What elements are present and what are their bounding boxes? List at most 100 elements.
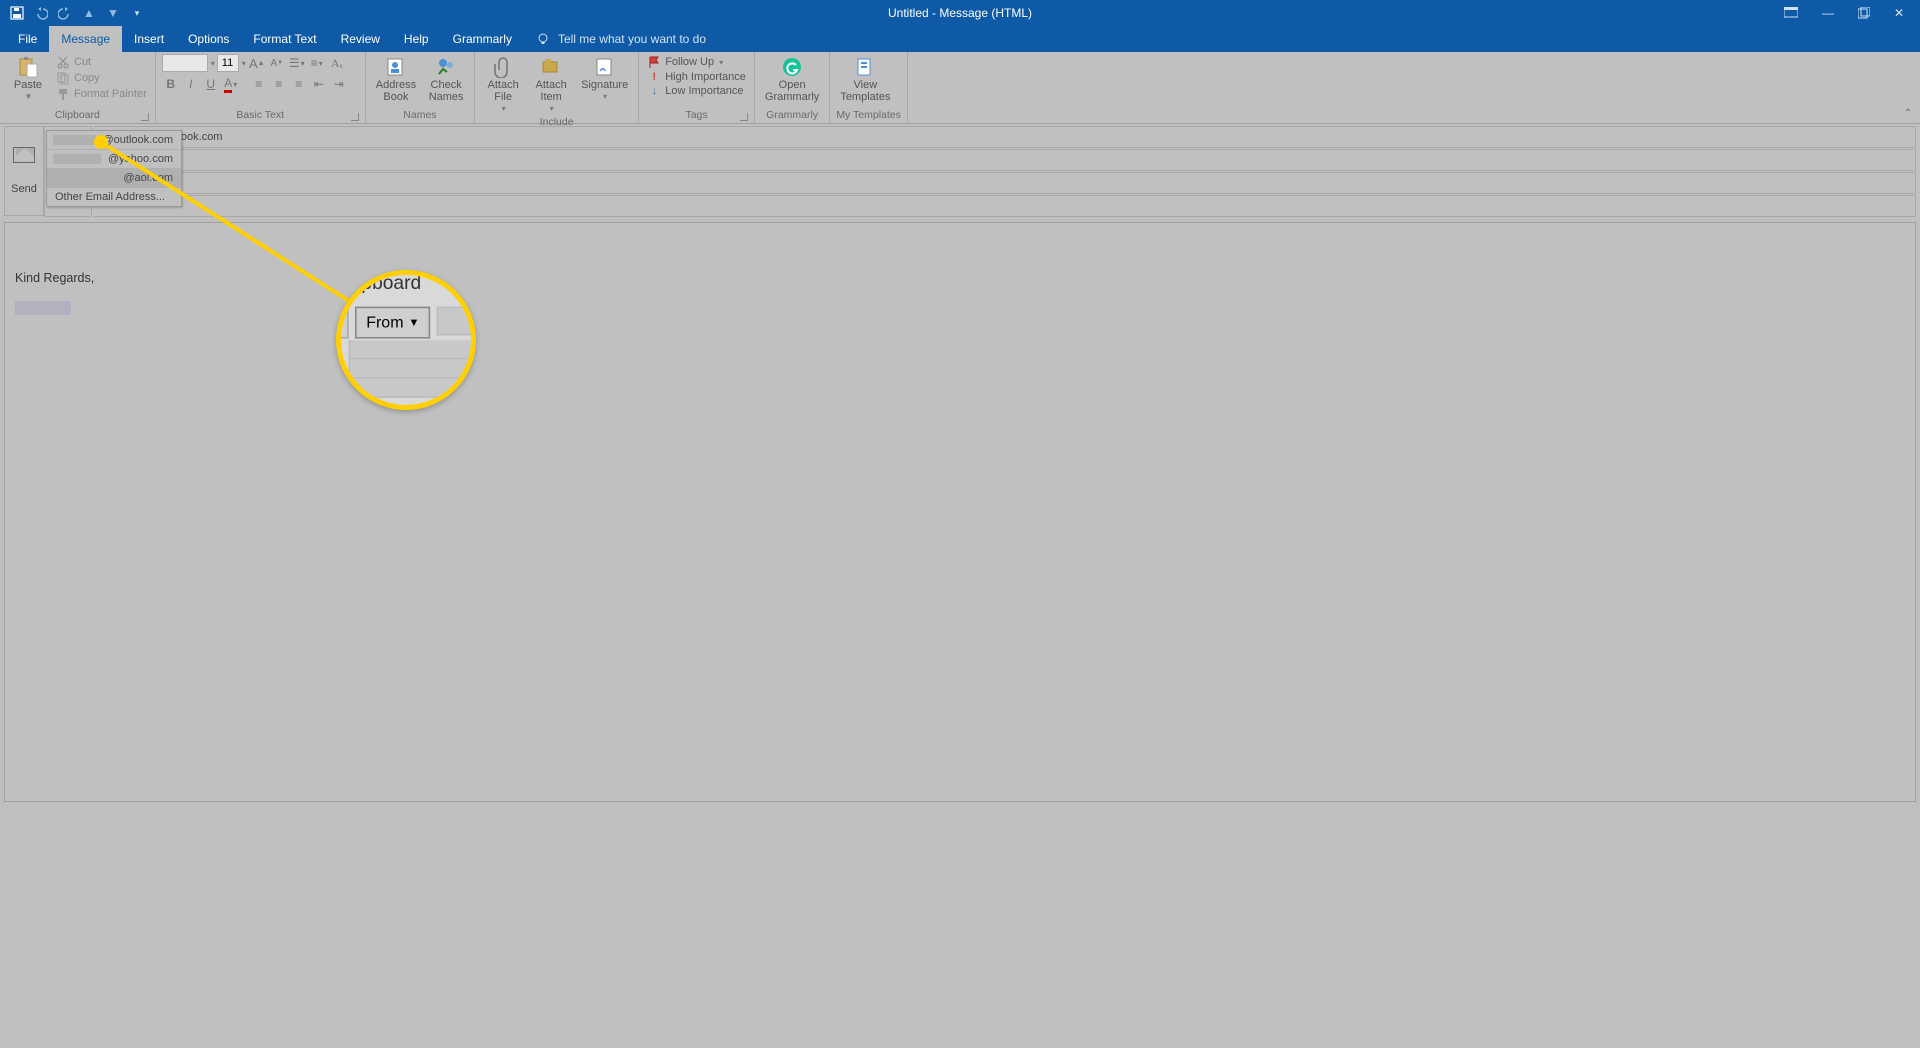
grow-font-icon[interactable]: A▲ [248,54,266,72]
shrink-font-icon[interactable]: A▼ [268,54,286,72]
align-left-icon[interactable]: ≡ [250,75,268,93]
callout-from-button: From▼ [355,307,431,339]
ribbon-tabs: File Message Insert Options Format Text … [0,26,1920,52]
clipboard-group-label: Clipboard [6,108,149,123]
attach-item-button[interactable]: Attach Item▾ [529,54,573,115]
copy-icon [56,71,70,85]
view-templates-label: View Templates [840,79,890,103]
align-right-icon[interactable]: ≡ [290,75,308,93]
grammarly-group-label: Grammarly [761,108,823,123]
underline-button[interactable]: U [202,75,220,93]
from-option-yahoo[interactable]: @yahoo.com [47,150,181,169]
ribbon-group-names: Address Book Check Names Names [366,52,475,123]
signature-button[interactable]: Signature▾ [577,54,632,103]
clear-format-icon[interactable]: Aₓ [328,54,346,72]
maximize-button[interactable] [1858,7,1870,19]
qat-more-icon[interactable]: ▾ [130,6,144,20]
bullets-icon[interactable]: ☰▾ [288,54,306,72]
quick-access-toolbar: ▲ ▼ ▾ [0,6,144,20]
font-name-input[interactable] [162,54,208,72]
templates-icon [854,56,876,78]
dialog-launcher-icon[interactable] [351,113,359,121]
grammarly-icon [781,56,803,78]
include-group-label: Include [481,115,632,130]
ribbon-display-icon[interactable] [1784,7,1798,19]
from-field[interactable]: @outlook.com [94,126,1916,148]
message-body[interactable]: Kind Regards, [4,222,1916,802]
align-center-icon[interactable]: ≡ [270,75,288,93]
follow-up-button[interactable]: Follow Up▾ [645,54,748,70]
view-templates-button[interactable]: View Templates [836,54,894,105]
tab-message[interactable]: Message [49,26,122,52]
minimize-button[interactable]: — [1822,6,1834,20]
bold-button[interactable]: B [162,75,180,93]
cut-label: Cut [74,56,91,68]
callout-anchor-dot [94,135,108,149]
address-book-button[interactable]: Address Book [372,54,420,105]
low-importance-button[interactable]: ↓ Low Importance [645,84,748,98]
signature-text: Kind Regards, [15,271,1905,285]
italic-button[interactable]: I [182,75,200,93]
tab-grammarly[interactable]: Grammarly [441,26,524,52]
open-grammarly-label: Open Grammarly [765,79,819,103]
copy-button[interactable]: Copy [54,70,149,86]
ribbon-group-include: Attach File▾ Attach Item▾ Signature▾ Inc… [475,52,639,123]
tab-review[interactable]: Review [329,26,392,52]
open-grammarly-button[interactable]: Open Grammarly [761,54,823,105]
paste-button[interactable]: Paste ▼ [6,54,50,103]
high-importance-button[interactable]: ! High Importance [645,70,748,84]
subject-field[interactable] [94,195,1916,217]
tell-me-search[interactable]: Tell me what you want to do [536,26,706,52]
tags-group-label: Tags [645,108,748,123]
down-icon[interactable]: ▼ [106,6,120,20]
basic-text-group-label: Basic Text [162,108,359,123]
check-names-label: Check Names [429,79,464,103]
tab-options[interactable]: Options [176,26,241,52]
save-icon[interactable] [10,6,24,20]
dialog-launcher-icon[interactable] [141,113,149,121]
brush-icon [56,87,70,101]
title-bar: ▲ ▼ ▾ Untitled - Message (HTML) — ✕ [0,0,1920,26]
tab-format-text[interactable]: Format Text [241,26,328,52]
down-arrow-icon: ↓ [647,85,661,97]
paperclip-icon [492,56,514,78]
cc-field[interactable] [94,172,1916,194]
window-title: Untitled - Message (HTML) [888,6,1032,20]
send-label: Send [11,183,37,195]
font-color-button[interactable]: A▾ [222,75,240,93]
tab-file[interactable]: File [6,26,49,52]
from-option-other[interactable]: Other Email Address... [47,188,181,206]
close-button[interactable]: ✕ [1894,6,1904,20]
names-group-label: Names [372,108,468,123]
up-icon[interactable]: ▲ [82,6,96,20]
paste-label: Paste [14,79,42,91]
copy-label: Copy [74,72,100,84]
callout-menu-fragment [349,340,476,398]
bulb-icon [536,32,550,46]
dialog-launcher-icon[interactable] [740,113,748,121]
callout-magnifier: Clipboard From▼ [336,270,476,410]
to-field[interactable] [94,149,1916,171]
callout-field-fragment [437,307,476,336]
format-painter-button[interactable]: Format Painter [54,86,149,102]
check-names-button[interactable]: Check Names [424,54,468,105]
tab-insert[interactable]: Insert [122,26,176,52]
format-painter-label: Format Painter [74,88,147,100]
attach-file-button[interactable]: Attach File▾ [481,54,525,115]
send-button[interactable]: Send [4,126,44,216]
tab-help[interactable]: Help [392,26,441,52]
undo-icon[interactable] [34,6,48,20]
templates-group-label: My Templates [836,108,901,123]
indent-icon[interactable]: ⇥ [330,75,348,93]
font-size-input[interactable] [217,54,239,72]
redo-icon[interactable] [58,6,72,20]
exclamation-icon: ! [647,71,661,83]
from-option-aol[interactable]: @aol.com [47,169,181,188]
outdent-icon[interactable]: ⇤ [310,75,328,93]
cut-button[interactable]: Cut [54,54,149,70]
numbering-icon[interactable]: ≡▾ [308,54,326,72]
scissors-icon [56,55,70,69]
from-option-outlook[interactable]: @outlook.com [47,131,181,150]
ribbon-group-clipboard: Paste ▼ Cut Copy Format Painter Clipboar… [0,52,156,123]
collapse-ribbon-icon[interactable]: ⌃ [1904,108,1912,119]
